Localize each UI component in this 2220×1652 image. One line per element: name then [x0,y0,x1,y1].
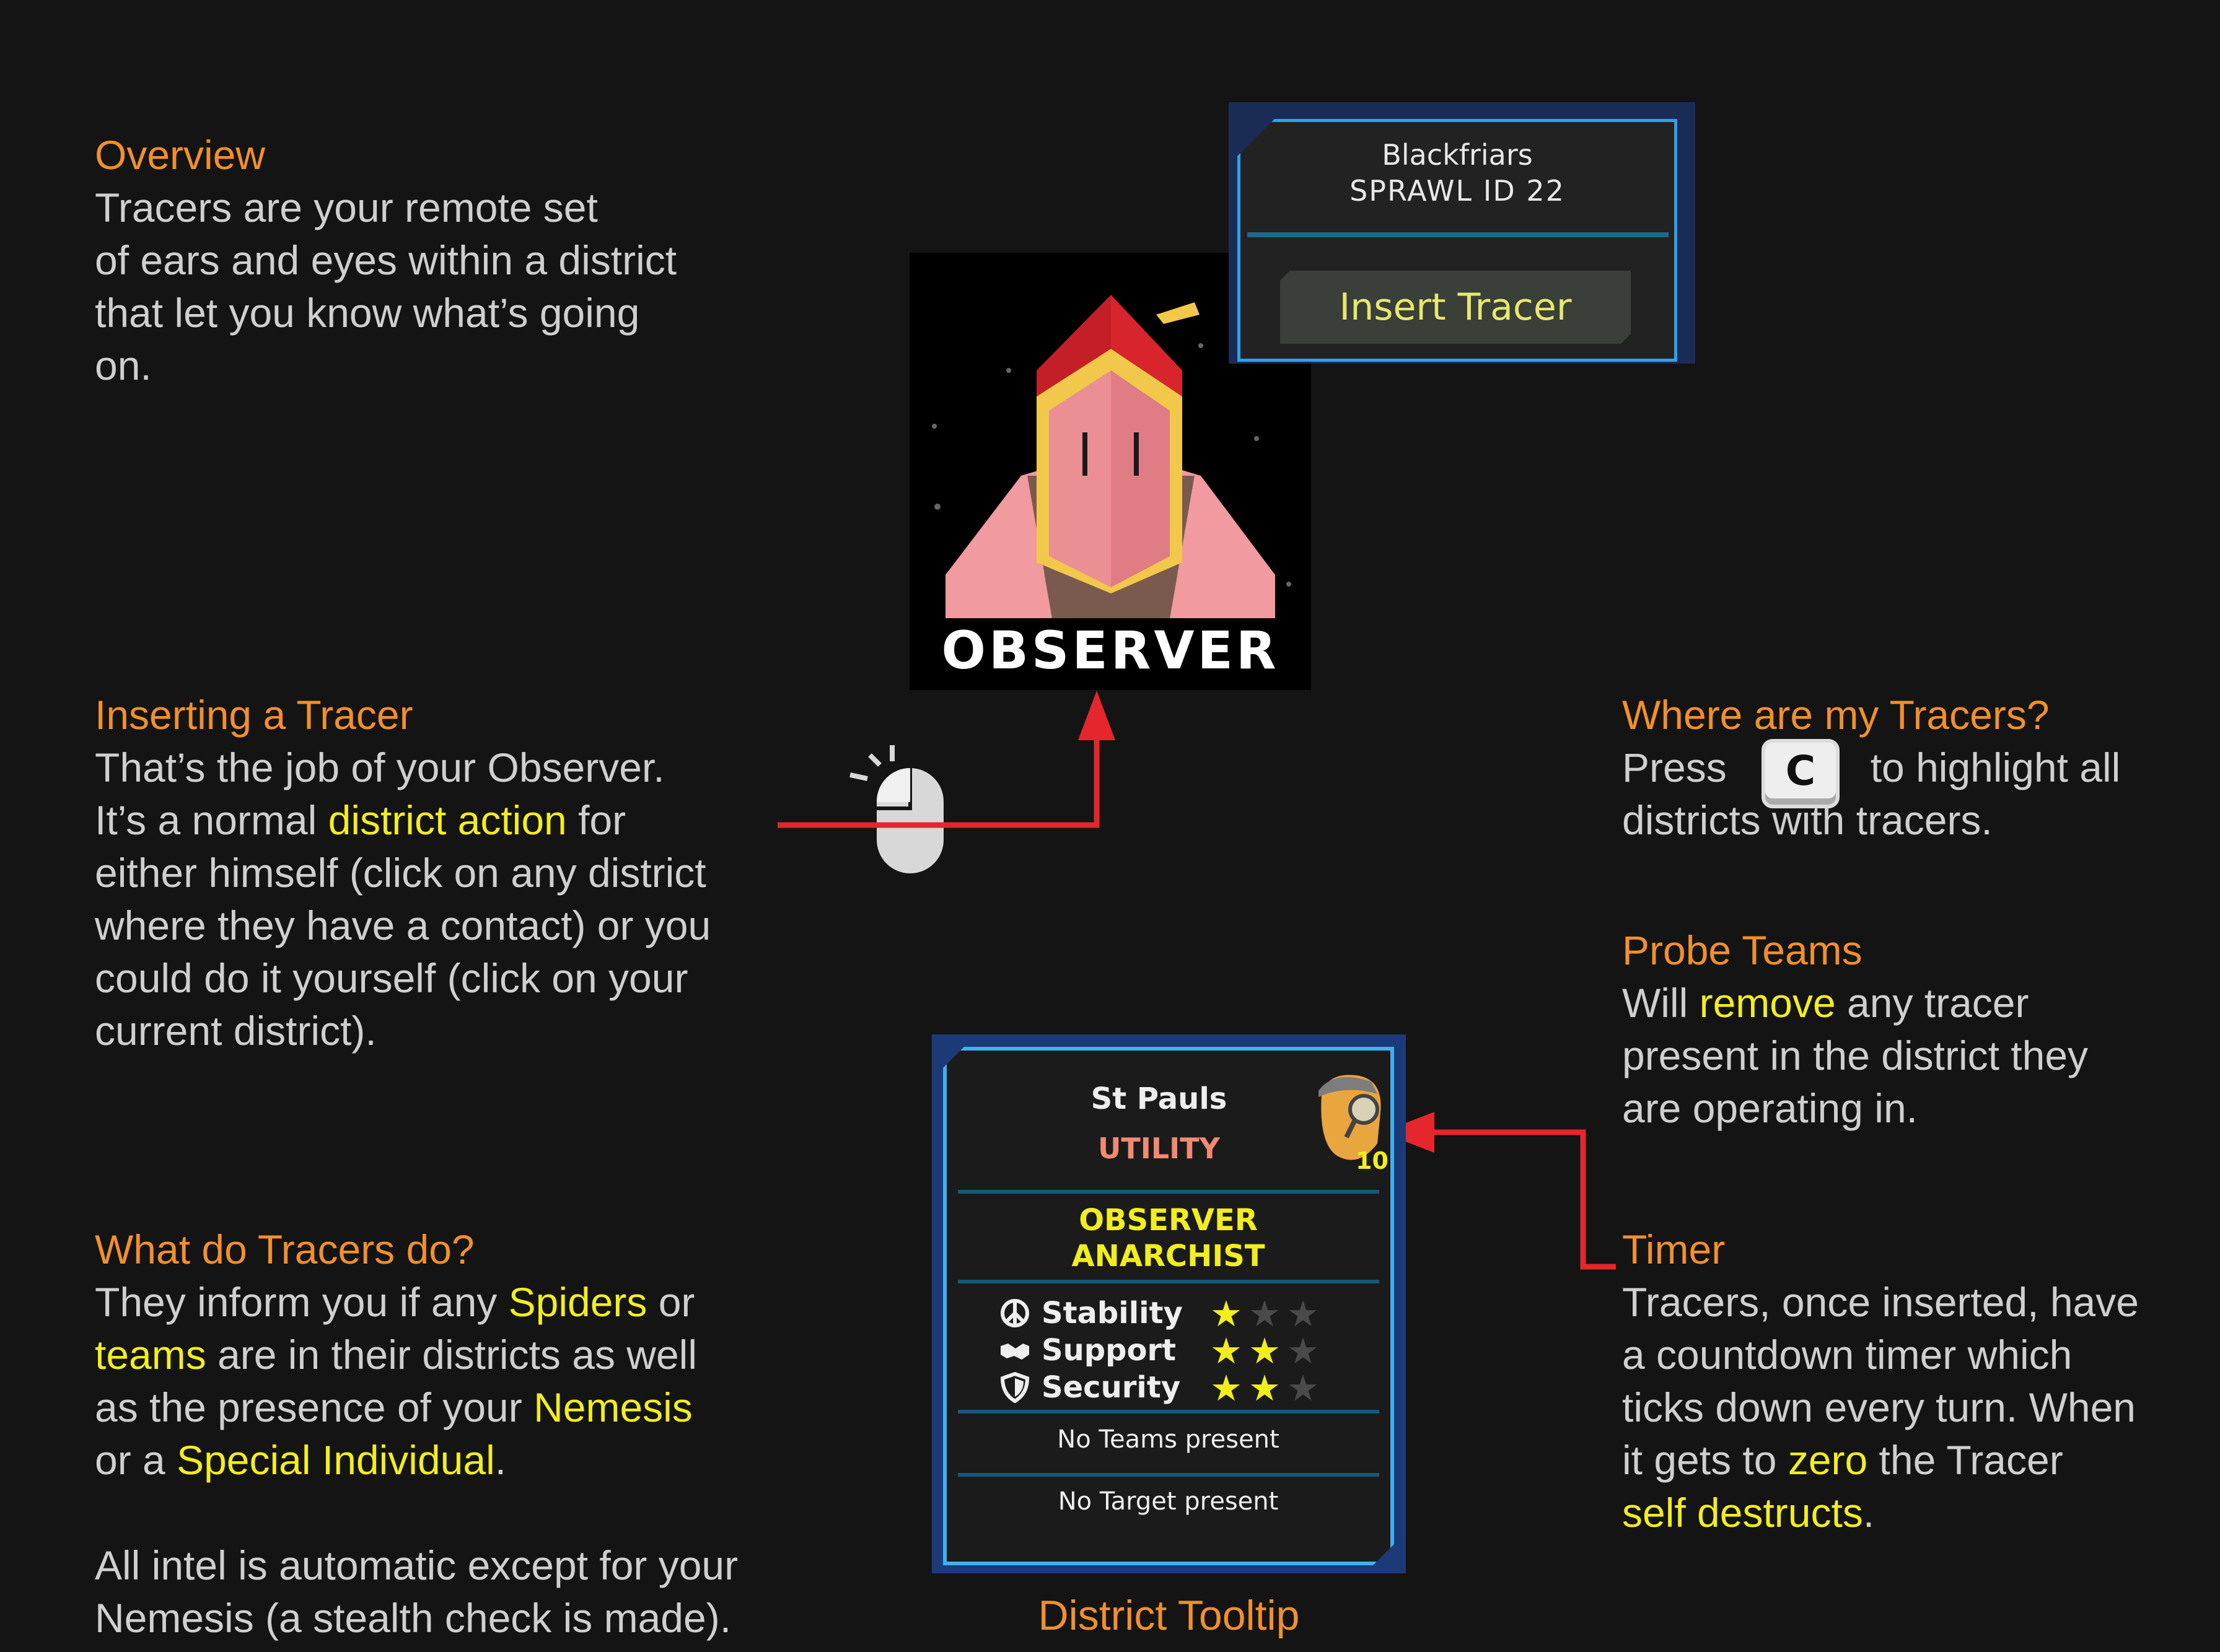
overview-line: on. [95,343,152,388]
stat-stars: ★★★ [1210,1296,1325,1332]
arrow-head [1078,691,1115,740]
what-do-line: or a Special Individual. [95,1437,507,1483]
where-line: districts with tracers. [1622,797,1993,843]
divider [1247,232,1669,237]
divider [958,1410,1379,1414]
tooltip-teams-status: No Teams present [1057,1425,1279,1454]
what-do-line: They inform you if any Spiders or [95,1279,695,1325]
timer-line: Tracers, once inserted, have [1622,1279,2139,1325]
district-sprawl-id: SPRAWL ID 22 [1349,174,1565,208]
where-line: Press to highlight all [1622,745,2121,790]
probe-line: are operating in. [1622,1085,1918,1131]
divider [958,1473,1379,1477]
star-filled-icon: ★ [1210,1368,1248,1409]
where-heading: Where are my Tracers? [1622,692,2050,738]
highlight-district-action: district action [328,797,567,843]
inserting-heading: Inserting a Tracer [95,692,413,738]
timer-section: Timer Tracers, once inserted, have a cou… [1622,1223,2139,1539]
stat-label: Support [1042,1333,1177,1368]
inserting-line: could do it yourself (click on your [95,955,688,1001]
star-filled-icon: ★ [1210,1331,1248,1371]
overview-line: of ears and eyes within a district [95,237,677,283]
tooltip-role-observer: OBSERVER [1079,1203,1258,1238]
highlight-zero: zero [1788,1437,1868,1483]
stat-label: Security [1042,1370,1181,1405]
inserting-section: Inserting a Tracer That’s the job of you… [95,689,711,1057]
insert-tracer-button[interactable]: Insert Tracer [1280,271,1631,344]
timer-heading: Timer [1622,1226,1726,1272]
inserting-line: either himself (click on any district [95,850,706,896]
timer-line: self destructs. [1622,1490,1875,1536]
highlight-nemesis: Nemesis [533,1384,693,1430]
stat-row-stability: Stability ★★★ [999,1295,1346,1332]
what-do-line: as the presence of your Nemesis [95,1384,693,1430]
timer-line: a countdown timer which [1622,1332,2073,1378]
timer-line: it gets to zero the Tracer [1622,1437,2063,1483]
overview-line: that let you know what’s going [95,290,640,336]
shield-icon [999,1372,1030,1403]
star-filled-icon: ★ [1248,1331,1287,1371]
overview-section: Overview Tracers are your remote set of … [95,129,677,392]
tooltip-target-status: No Target present [1058,1487,1279,1516]
stat-row-security: Security ★★★ [999,1370,1346,1407]
what-do-section: What do Tracers do? They inform you if a… [95,1223,738,1645]
star-filled-icon: ★ [1248,1368,1287,1409]
inserting-line: where they have a contact) or you [95,902,711,948]
divider [958,1190,1379,1194]
inserting-line: It’s a normal district action for [95,797,626,843]
highlight-spiders: Spiders [508,1279,647,1325]
district-tooltip: St Pauls UTILITY 10 OBSERVER ANARCHIST S… [932,1034,1406,1573]
district-name: Blackfriars [1382,138,1533,172]
tooltip-role-anarchist: ANARCHIST [1071,1239,1265,1274]
where-section: Where are my Tracers? Press to highlight … [1622,689,2120,847]
stat-stars: ★★★ [1210,1334,1325,1370]
probe-section: Probe Teams Will remove any tracer prese… [1622,924,2088,1135]
stat-stars: ★★★ [1210,1371,1325,1407]
star-filled-icon: ★ [1210,1294,1248,1334]
tooltip-district-type: UTILITY [1098,1132,1220,1165]
highlight-special-individual: Special Individual [177,1437,495,1483]
tooltip-district-name: St Pauls [1090,1082,1227,1116]
highlight-remove: remove [1699,980,1836,1026]
tooltip-level-badge: 10 [1356,1147,1389,1174]
district-panel: Blackfriars SPRAWL ID 22 Insert Tracer [1229,102,1695,364]
stat-row-support: Support ★★★ [999,1332,1346,1370]
peace-icon [999,1298,1030,1329]
star-empty-icon: ★ [1287,1368,1325,1409]
overview-heading: Overview [95,132,266,178]
observer-label: OBSERVER [941,620,1279,681]
divider [958,1280,1379,1283]
overview-line: Tracers are your remote set [95,185,598,230]
key-c-icon: C [1762,739,1840,808]
inserting-line: That’s the job of your Observer. [95,745,665,790]
tooltip-caption: District Tooltip [1038,1592,1300,1639]
star-empty-icon: ★ [1287,1294,1325,1334]
highlight-teams: teams [95,1332,206,1378]
probe-line: present in the district they [1622,1033,2089,1078]
what-do-line: teams are in their districts as well [95,1332,697,1378]
what-do-line: Nemesis (a stealth check is made). [95,1595,732,1641]
star-empty-icon: ★ [1248,1294,1287,1334]
highlight-self-destructs: self destructs [1622,1490,1863,1536]
star-empty-icon: ★ [1287,1331,1325,1371]
probe-heading: Probe Teams [1622,927,1862,973]
inserting-line: current district). [95,1008,377,1054]
mouse-left-click-icon [849,745,944,873]
what-do-heading: What do Tracers do? [95,1226,475,1272]
arrow-to-tooltip-badge [1425,1129,1616,1270]
handshake-icon [999,1335,1030,1366]
what-do-line: All intel is automatic except for your [95,1542,739,1588]
timer-line: ticks down every turn. When [1622,1384,2136,1430]
stat-label: Stability [1042,1296,1183,1331]
probe-line: Will remove any tracer [1622,980,2029,1026]
tooltip-frame: St Pauls UTILITY 10 OBSERVER ANARCHIST S… [943,1047,1394,1565]
